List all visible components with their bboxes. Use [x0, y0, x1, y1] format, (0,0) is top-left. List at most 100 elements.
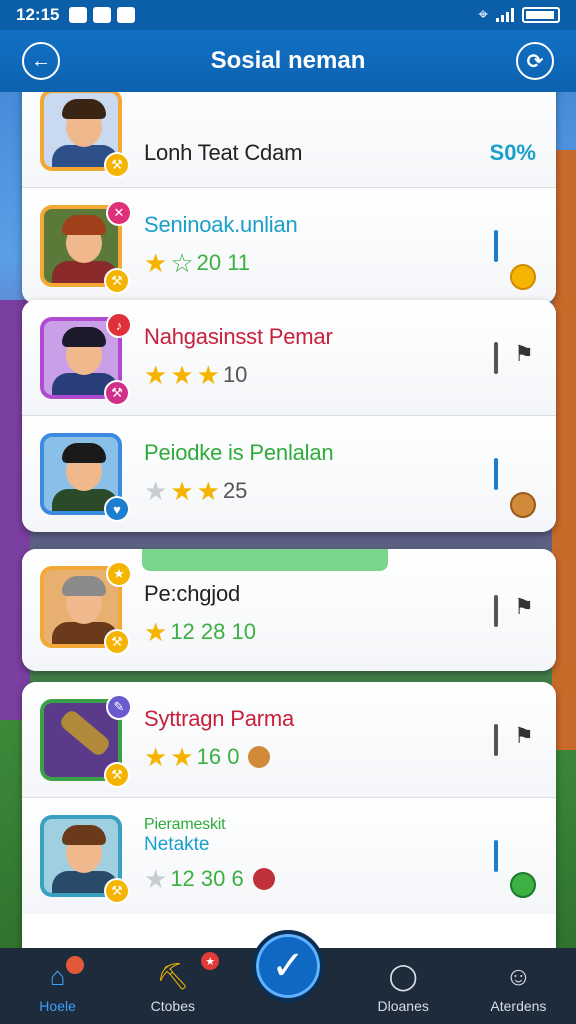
- app-bar: ← Sosial neman ⟳: [0, 30, 576, 92]
- list-item[interactable]: ⚒ Pierameskit Netakte ★ 12 30 6: [22, 798, 556, 914]
- list-item[interactable]: ♪ ⚒ Nahgasinsst Pemar ★ ★ ★ 10 ⚑: [22, 300, 556, 416]
- signal-icon: [496, 8, 514, 22]
- pickaxe-badge-icon: ⚒: [104, 268, 130, 294]
- progress-bar: [142, 549, 388, 571]
- star-icon: ★: [196, 360, 220, 390]
- player-name: Lonh Teat Cdam: [144, 140, 303, 165]
- divider-line: [494, 458, 498, 490]
- rating: ★ 12 30 6: [144, 866, 275, 892]
- pickaxe-badge-icon: ⚒: [104, 380, 130, 406]
- page-title: Sosial neman: [210, 47, 366, 74]
- check-icon: ✓: [271, 944, 305, 988]
- coins-icon: ⛏: [156, 961, 190, 991]
- back-button[interactable]: ←: [22, 42, 60, 80]
- star-icon: ★: [170, 476, 194, 506]
- wifi-icon: ⌖: [478, 5, 488, 24]
- notification-icon: [93, 7, 112, 23]
- arrow-left-icon: ←: [31, 49, 51, 72]
- player-name: Pe:chgjod: [144, 581, 241, 606]
- notification-dot: [66, 956, 84, 974]
- nav-label: Hoele: [39, 998, 76, 1014]
- nav-label: Ctobes: [150, 998, 195, 1014]
- pickaxe-badge-icon: ⚒: [104, 152, 130, 178]
- divider-line: [494, 840, 498, 872]
- player-name: Nahgasinsst Pemar: [144, 324, 333, 349]
- rating: ★ ★ ★ 10: [144, 362, 247, 388]
- list-item[interactable]: ✎ ⚒ Syttragn Parma ★ ★ 16 0 ⚑: [22, 682, 556, 798]
- player-name: Seninoak.unlian: [144, 212, 298, 237]
- player-subname: Netakte: [144, 834, 210, 855]
- rating: ★ ☆ 20 11: [144, 250, 250, 276]
- star-icon: ★: [196, 476, 220, 506]
- list-card: ⚒ Lonh Teat Cdam S0% ✕ ⚒ Seninoak.unlian…: [22, 92, 556, 304]
- star-icon: ★: [144, 617, 168, 647]
- center-action-button[interactable]: ✓: [252, 930, 324, 1002]
- home-icon: ⌂: [49, 961, 66, 991]
- score: 20 11: [196, 250, 251, 275]
- chat-icon: ◯: [388, 961, 418, 991]
- pickaxe-badge-icon: ⚒: [104, 629, 130, 655]
- cookie-icon: [510, 492, 536, 518]
- notification-icon: [117, 7, 136, 23]
- heart-badge-icon: ♥: [104, 496, 130, 522]
- green-orb-icon: [510, 872, 536, 898]
- notification-dot: ★: [201, 952, 220, 970]
- lock-badge-icon: ★: [106, 561, 132, 587]
- score: 25: [222, 478, 248, 503]
- list-card: ★ ⚒ Pe:chgjod ★ 12 28 10 ⚑: [22, 549, 556, 671]
- edit-badge-icon: ✎: [106, 694, 132, 720]
- notification-icon: [69, 7, 88, 23]
- star-icon: ★: [170, 360, 194, 390]
- settings-icon: ⟳: [526, 50, 544, 73]
- nav-label: Aterdens: [490, 998, 547, 1014]
- battery-icon: [522, 7, 560, 23]
- player-name: Pierameskit: [144, 816, 226, 833]
- status-bar: 12:15 ⌖: [0, 0, 576, 30]
- star-empty-icon: ★: [144, 864, 168, 894]
- rating: ★ 12 28 10: [144, 619, 256, 645]
- divider-line: [494, 230, 498, 262]
- nav-home[interactable]: ⌂ Hoele: [0, 948, 115, 1024]
- coin-icon: [510, 264, 536, 290]
- flag-icon[interactable]: ⚑: [510, 722, 538, 750]
- list-card: ✎ ⚒ Syttragn Parma ★ ★ 16 0 ⚑ ⚒ Pierames…: [22, 682, 556, 948]
- score: 12 28 10: [170, 619, 256, 644]
- score: 16 0: [196, 744, 240, 769]
- gem-icon: [252, 868, 275, 890]
- friend-list: ⚒ Lonh Teat Cdam S0% ✕ ⚒ Seninoak.unlian…: [0, 92, 576, 948]
- list-item[interactable]: ♥ Peiodke is Penlalan ★ ★ ★ 25: [22, 416, 556, 532]
- player-name: Syttragn Parma: [144, 706, 295, 731]
- score: 12 30 6: [170, 866, 244, 891]
- pickaxe-badge-icon: ⚒: [104, 762, 130, 788]
- star-icon: ★: [144, 742, 168, 772]
- pickaxe-badge-icon: ⚒: [104, 878, 130, 904]
- divider-line: [494, 724, 498, 756]
- rating: ★ ★ 16 0: [144, 742, 271, 772]
- cookie-icon: [248, 746, 271, 768]
- flag-icon[interactable]: ⚑: [510, 593, 538, 621]
- list-item[interactable]: ⚒ Lonh Teat Cdam S0%: [22, 92, 556, 188]
- list-item[interactable]: ★ ⚒ Pe:chgjod ★ 12 28 10 ⚑: [22, 549, 556, 671]
- nav-chat[interactable]: ◯ Dloanes: [346, 948, 461, 1024]
- music-badge-icon: ♪: [106, 312, 132, 338]
- status-time: 12:15: [16, 5, 60, 24]
- status-right: ⌖: [478, 5, 560, 25]
- star-icon: ★: [170, 742, 194, 772]
- close-badge-icon: ✕: [106, 200, 132, 226]
- list-card: ♪ ⚒ Nahgasinsst Pemar ★ ★ ★ 10 ⚑ ♥ Peiod…: [22, 300, 556, 532]
- list-item[interactable]: ✕ ⚒ Seninoak.unlian ★ ☆ 20 11: [22, 188, 556, 304]
- nav-coins[interactable]: ⛏ ★ Ctobes: [115, 948, 230, 1024]
- divider-line: [494, 342, 498, 374]
- options-button[interactable]: ⟳: [516, 42, 554, 80]
- divider-line: [494, 595, 498, 627]
- nav-profile[interactable]: ☺ Aterdens: [461, 948, 576, 1024]
- rating: ★ ★ ★ 25: [144, 478, 247, 504]
- flag-icon[interactable]: ⚑: [510, 340, 538, 368]
- score: 10: [222, 362, 248, 387]
- person-icon: ☺: [505, 961, 532, 991]
- star-icon: ★: [144, 360, 168, 390]
- player-name: Peiodke is Penlalan: [144, 440, 334, 465]
- progress-percent: S0%: [489, 140, 536, 165]
- star-icon: ★: [144, 248, 168, 278]
- star-empty-icon: ★: [144, 476, 168, 506]
